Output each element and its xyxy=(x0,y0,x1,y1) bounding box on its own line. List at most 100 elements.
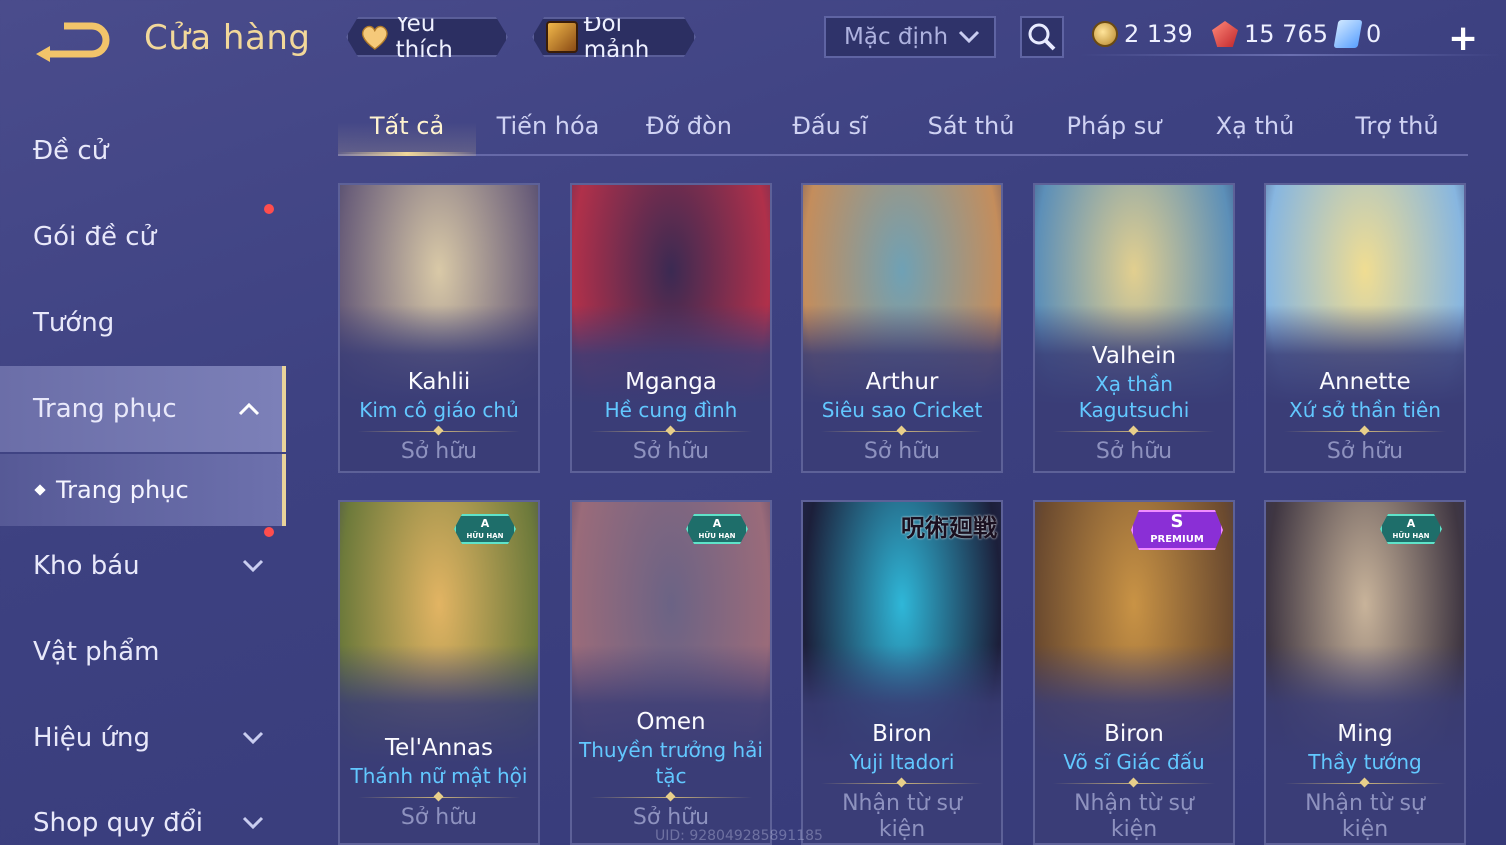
badge-subtitle: HỮU HẠN xyxy=(466,532,504,540)
skin-card[interactable]: A HỮU HẠN Tel'Annas Thánh nữ mật hội Sở h… xyxy=(338,500,540,845)
tab-support[interactable]: Trợ thủ xyxy=(1328,112,1466,140)
sidebar-item-items[interactable]: Vật phẩm xyxy=(0,609,286,695)
limited-badge: A HỮU HẠN xyxy=(454,514,516,544)
tab-marksman[interactable]: Xạ thủ xyxy=(1186,112,1324,140)
sidebar-item-exchange-shop[interactable]: Shop quy đổi xyxy=(0,780,286,845)
add-currency-button[interactable]: + xyxy=(1448,18,1478,59)
sidebar-item-effects[interactable]: Hiệu ứng xyxy=(0,695,286,781)
skin-card[interactable]: Kahlii Kim cô giáo chủ Sở hữu xyxy=(338,183,540,473)
sidebar-item-label: Vật phẩm xyxy=(33,637,160,667)
sidebar-item-label: Hiệu ứng xyxy=(33,723,150,753)
skin-card[interactable]: Valhein Xạ thần Kagutsuchi Sở hữu xyxy=(1033,183,1235,473)
skin-card[interactable]: Arthur Siêu sao Cricket Sở hữu xyxy=(801,183,1003,473)
bullet-icon xyxy=(34,484,46,496)
ruby-value: 15 765 xyxy=(1244,20,1328,48)
hero-name: Biron xyxy=(1104,721,1164,747)
limited-badge: A HỮU HẠN xyxy=(686,514,748,544)
skin-name: Xạ thần Kagutsuchi xyxy=(1078,372,1190,422)
ownership-status: Sở hữu xyxy=(400,805,478,830)
sidebar-item-label: Tướng xyxy=(33,308,115,338)
search-button[interactable] xyxy=(1020,16,1064,58)
exchange-fragments-button[interactable]: Đổi mảnh xyxy=(532,17,696,57)
card-info: Tel'Annas Thánh nữ mật hội Sở hữu xyxy=(340,733,538,831)
card-divider xyxy=(590,791,752,805)
card-divider xyxy=(1053,777,1215,791)
tab-tank[interactable]: Đỡ đòn xyxy=(620,112,758,140)
skin-name: Thánh nữ mật hội xyxy=(350,764,528,788)
badge-subtitle: HỮU HẠN xyxy=(1392,532,1430,540)
sidebar-item-label: Kho báu xyxy=(33,551,140,581)
ownership-status: Sở hữu xyxy=(1326,439,1404,464)
ownership-status: Sở hữu xyxy=(863,439,941,464)
card-info: Kahlii Kim cô giáo chủ Sở hữu xyxy=(340,367,538,465)
hero-name: Omen xyxy=(636,709,706,735)
ownership-status: Sở hữu xyxy=(632,439,710,464)
back-button[interactable] xyxy=(34,22,110,62)
sidebar-item-heroes[interactable]: Tướng xyxy=(0,280,286,366)
skin-card[interactable]: S PREMIUM Biron Võ sĩ Giác đấu Nhận từ sự… xyxy=(1033,500,1235,845)
card-info: Omen Thuyền trưởng hải tặc Sở hữu xyxy=(572,707,770,831)
card-info: Arthur Siêu sao Cricket Sở hữu xyxy=(803,367,1001,465)
tab-evolution[interactable]: Tiến hóa xyxy=(479,112,617,140)
hero-name: Tel'Annas xyxy=(385,735,493,761)
card-info: Biron Yuji Itadori Nhận từ sự kiện xyxy=(803,719,1001,843)
card-divider xyxy=(590,425,752,439)
skin-name: Xứ sở thần tiên xyxy=(1289,398,1441,422)
ownership-status: Sở hữu xyxy=(1095,439,1173,464)
chevron-down-icon xyxy=(242,731,264,745)
ruby-balance: 15 765 xyxy=(1212,18,1328,50)
card-divider xyxy=(358,791,520,805)
gold-coin-icon xyxy=(1092,21,1118,47)
sidebar: Đề cử Gói đề cử Tướng Trang phục Trang p… xyxy=(0,100,286,845)
card-divider xyxy=(1284,425,1446,439)
ruby-icon xyxy=(1212,21,1238,47)
favorites-label: Yêu thích xyxy=(395,11,453,63)
skin-card[interactable]: A HỮU HẠN Omen Thuyền trưởng hải tặc Sở h… xyxy=(570,500,772,845)
skin-name: Hề cung đình xyxy=(604,398,738,422)
card-divider xyxy=(821,777,983,791)
badge-tier: S xyxy=(1170,511,1184,532)
hero-name: Kahlii xyxy=(407,369,471,395)
premium-badge: S PREMIUM xyxy=(1131,510,1223,550)
skin-name: Võ sĩ Giác đấu xyxy=(1063,750,1205,774)
card-divider xyxy=(821,425,983,439)
sort-value: Mặc định xyxy=(844,24,949,50)
skin-name: Siêu sao Cricket xyxy=(821,398,983,422)
sidebar-item-treasure[interactable]: Kho báu xyxy=(0,523,286,609)
card-info: Ming Thầy tướng Nhận từ sự kiện xyxy=(1266,719,1464,843)
ownership-status: Nhận từ sự kiện xyxy=(1074,791,1194,842)
sidebar-item-label: Gói đề cử xyxy=(33,222,157,252)
hero-name: Mganga xyxy=(625,369,717,395)
badge-tier: A xyxy=(1406,517,1416,530)
user-id-watermark: UID: 928049285891185 xyxy=(655,828,823,844)
skin-card[interactable]: Mganga Hề cung đình Sở hữu xyxy=(570,183,772,473)
voucher-value: 0 xyxy=(1366,20,1382,48)
sidebar-item-skins[interactable]: Trang phục xyxy=(0,366,286,452)
favorites-button[interactable]: Yêu thích xyxy=(346,17,508,57)
skin-card[interactable]: A HỮU HẠN Ming Thầy tướng Nhận từ sự kiện xyxy=(1264,500,1466,845)
category-tabs: Tất cả Tiến hóa Đỡ đòn Đấu sĩ Sát thủ Ph… xyxy=(338,100,1468,156)
ownership-status: Nhận từ sự kiện xyxy=(842,791,962,842)
skin-card[interactable]: 呪術廻戦 Biron Yuji Itadori Nhận từ sự kiện xyxy=(801,500,1003,845)
sort-dropdown[interactable]: Mặc định xyxy=(824,16,996,58)
sidebar-subitem-skins[interactable]: Trang phục xyxy=(0,454,286,526)
limited-badge: A HỮU HẠN xyxy=(1380,514,1442,544)
tab-mage[interactable]: Pháp sư xyxy=(1043,112,1185,140)
tab-fighter[interactable]: Đấu sĩ xyxy=(761,112,899,140)
skin-card[interactable]: Annette Xứ sở thần tiên Sở hữu xyxy=(1264,183,1466,473)
sidebar-item-featured[interactable]: Đề cử xyxy=(0,108,286,194)
tab-assassin[interactable]: Sát thủ xyxy=(902,112,1040,140)
hero-name: Annette xyxy=(1319,369,1411,395)
search-icon xyxy=(1028,23,1056,51)
sidebar-item-bundles[interactable]: Gói đề cử xyxy=(0,194,286,280)
skin-name: Kim cô giáo chủ xyxy=(359,398,519,422)
sidebar-item-label: Đề cử xyxy=(33,136,109,166)
sidebar-item-label: Trang phục xyxy=(33,394,177,424)
notification-dot xyxy=(264,204,274,214)
card-divider xyxy=(358,425,520,439)
tab-all[interactable]: Tất cả xyxy=(338,112,476,140)
hero-name: Ming xyxy=(1337,721,1393,747)
ownership-status: Nhận từ sự kiện xyxy=(1305,791,1425,842)
skin-name: Yuji Itadori xyxy=(849,750,955,774)
chevron-down-icon xyxy=(958,30,980,44)
